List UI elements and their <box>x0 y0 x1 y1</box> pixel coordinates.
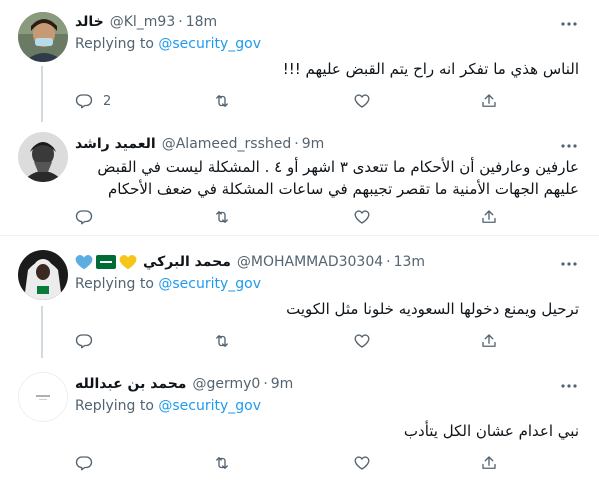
share-icon <box>482 94 496 107</box>
retweet-icon <box>216 457 228 469</box>
heart-icon <box>354 456 370 470</box>
reply-button[interactable]: 2 <box>75 90 111 112</box>
share-button[interactable] <box>480 452 498 474</box>
tweet-actions <box>75 206 498 228</box>
tweet-header: العميد راشد @Alameed_rsshed · 9m <box>75 134 324 154</box>
tweet-4[interactable]: محمد بن عبدالله @germy0 · 9m Replying to… <box>0 358 599 491</box>
tweet-text: ترحيل ويمنع دخولها السعوديه خلونا مثل ال… <box>286 300 579 318</box>
retweet-icon <box>216 95 228 107</box>
replying-prefix: Replying to <box>75 398 159 414</box>
tweet-header: محمد البركي @MOHAMMAD30304 · 13m <box>75 252 425 272</box>
share-icon <box>482 456 496 469</box>
tweet-text: الناس هذي ما تفكر انه راح يتم القبض عليه… <box>282 60 579 78</box>
separator-dot: · <box>178 14 183 30</box>
separator-dot: · <box>263 376 268 392</box>
reply-icon <box>75 94 93 109</box>
retweet-button[interactable] <box>213 330 231 352</box>
tweet-actions: 2 <box>75 90 498 112</box>
display-name[interactable]: محمد بن عبدالله <box>75 376 186 392</box>
thread-line <box>41 306 43 358</box>
tweet-text: عارفين وعارفين أن الأحكام ما تتعدى ٣ اشه… <box>80 156 579 200</box>
mention-link[interactable]: @security_gov <box>158 36 261 52</box>
more-icon <box>561 22 577 26</box>
share-button[interactable] <box>480 330 498 352</box>
avatar-mohammad-albarki[interactable] <box>18 250 68 300</box>
tweet-2[interactable]: العميد راشد @Alameed_rsshed · 9m عارفين … <box>0 122 599 235</box>
tweet-text: نبي اعدام عشان الكل يتأدب <box>403 422 579 440</box>
like-button[interactable] <box>353 330 371 352</box>
tweet-text-line: عارفين وعارفين أن الأحكام ما تتعدى ٣ اشه… <box>97 158 579 176</box>
more-icon <box>561 262 577 266</box>
reply-icon <box>75 456 93 471</box>
thread-line <box>41 66 43 122</box>
display-name[interactable]: العميد راشد <box>75 136 156 152</box>
replying-prefix: Replying to <box>75 36 159 52</box>
avatar-germy0[interactable] <box>18 372 68 422</box>
reply-icon <box>75 334 93 349</box>
display-name[interactable]: محمد البركي <box>143 254 231 270</box>
share-button[interactable] <box>480 206 498 228</box>
retweet-button[interactable] <box>213 206 231 228</box>
tweet-header: محمد بن عبدالله @germy0 · 9m <box>75 374 293 394</box>
timestamp[interactable]: 13m <box>394 254 425 270</box>
share-icon <box>482 210 496 223</box>
reply-button[interactable] <box>75 206 93 228</box>
share-icon <box>482 334 496 347</box>
user-handle[interactable]: @Kl_m93 <box>110 14 176 30</box>
replying-prefix: Replying to <box>75 276 159 292</box>
timestamp[interactable]: 9m <box>302 136 325 152</box>
retweet-icon <box>216 335 228 347</box>
separator-dot: · <box>386 254 391 270</box>
blue-heart-icon <box>75 255 93 270</box>
display-name[interactable]: خالد <box>75 14 104 30</box>
retweet-button[interactable] <box>213 452 231 474</box>
reply-button[interactable] <box>75 452 93 474</box>
tweet-actions <box>75 330 498 352</box>
like-button[interactable] <box>353 90 371 112</box>
replying-to: Replying to @security_gov <box>75 398 261 414</box>
heart-icon <box>354 210 370 224</box>
more-options-button[interactable] <box>557 136 581 156</box>
avatar-alameed[interactable] <box>18 132 68 182</box>
heart-icon <box>354 334 370 348</box>
retweet-icon <box>216 211 228 223</box>
separator-dot: · <box>294 136 299 152</box>
mention-link[interactable]: @security_gov <box>158 398 261 414</box>
timestamp[interactable]: 18m <box>186 14 217 30</box>
tweet-text-line: عليهم الجهات الأمنية ما تقصر تجيبهم في س… <box>108 180 579 198</box>
share-button[interactable] <box>480 90 498 112</box>
user-handle[interactable]: @MOHAMMAD30304 <box>237 254 383 270</box>
heart-icon <box>354 94 370 108</box>
yellow-heart-icon <box>119 255 137 270</box>
replying-to: Replying to @security_gov <box>75 36 261 52</box>
reply-button[interactable] <box>75 330 93 352</box>
like-button[interactable] <box>353 206 371 228</box>
user-handle[interactable]: @Alameed_rsshed <box>162 136 292 152</box>
reply-count: 2 <box>103 93 112 109</box>
mention-link[interactable]: @security_gov <box>158 276 261 292</box>
retweet-button[interactable] <box>213 90 231 112</box>
tweet-1[interactable]: خالد @Kl_m93 · 18m Replying to @security… <box>0 0 599 122</box>
tweet-header: خالد @Kl_m93 · 18m <box>75 12 217 32</box>
saudi-flag-icon <box>96 255 116 269</box>
more-icon <box>561 384 577 388</box>
more-icon <box>561 144 577 148</box>
more-options-button[interactable] <box>557 254 581 274</box>
more-options-button[interactable] <box>557 14 581 34</box>
tweet-actions <box>75 452 498 474</box>
timestamp[interactable]: 9m <box>271 376 294 392</box>
like-button[interactable] <box>353 452 371 474</box>
user-handle[interactable]: @germy0 <box>192 376 260 392</box>
avatar-khalid[interactable] <box>18 12 68 62</box>
tweet-3[interactable]: محمد البركي @MOHAMMAD30304 · 13m Replyin… <box>0 236 599 358</box>
more-options-button[interactable] <box>557 376 581 396</box>
replying-to: Replying to @security_gov <box>75 276 261 292</box>
reply-icon <box>75 210 93 225</box>
